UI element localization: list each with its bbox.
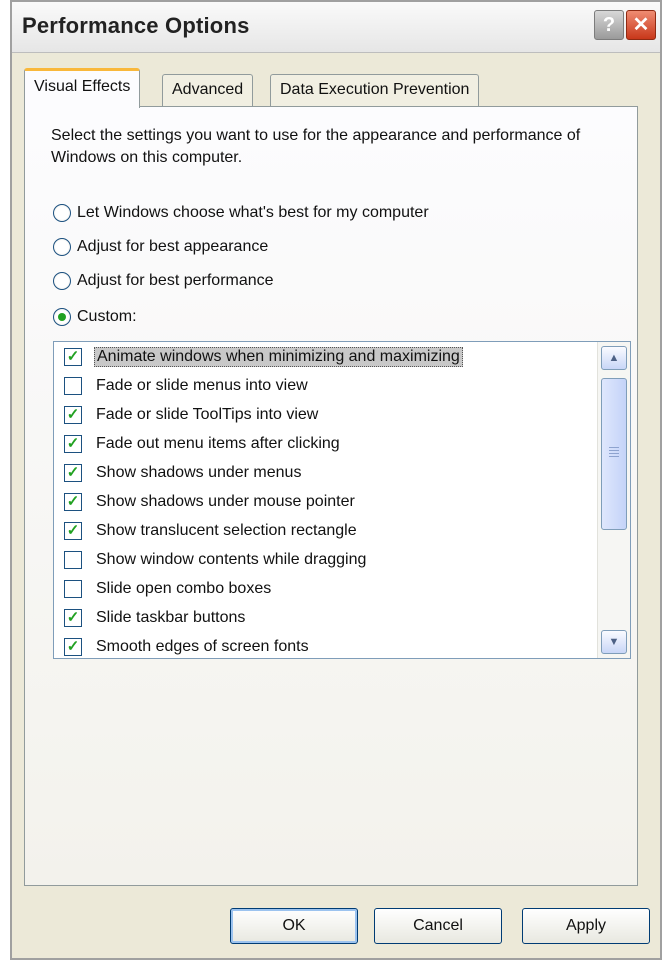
list-item[interactable]: ✓ Animate windows when minimizing and ma… — [64, 344, 463, 370]
list-item-label: Slide open combo boxes — [96, 580, 272, 597]
list-item[interactable]: ✓ Slide taskbar buttons — [64, 605, 247, 631]
checkbox[interactable]: ✓ — [64, 464, 82, 482]
list-item[interactable]: Slide open combo boxes — [64, 576, 273, 602]
tab-visual-effects[interactable]: Visual Effects — [24, 68, 141, 108]
cancel-button[interactable]: Cancel — [374, 908, 502, 944]
window-title: Performance Options — [22, 13, 250, 38]
tab-data-execution-prevention[interactable]: Data Execution Prevention — [270, 74, 480, 106]
radio-selected-dot — [58, 313, 66, 321]
radio-button[interactable] — [53, 238, 71, 256]
ok-button[interactable]: OK — [230, 908, 358, 944]
visual-effects-panel: Select the settings you want to use for … — [24, 106, 638, 886]
list-item-label: Fade or slide ToolTips into view — [96, 406, 319, 423]
list-item[interactable]: ✓ Show shadows under menus — [64, 460, 303, 486]
checkbox[interactable] — [64, 580, 82, 598]
scroll-thumb[interactable] — [601, 378, 627, 530]
radio-button[interactable] — [53, 272, 71, 290]
grip-icon — [609, 447, 619, 459]
list-item-label: Fade out menu items after clicking — [96, 435, 340, 452]
list-item-label: Smooth edges of screen fonts — [96, 638, 309, 655]
scroll-down-icon[interactable]: ▼ — [601, 630, 627, 654]
checkbox[interactable]: ✓ — [64, 348, 82, 366]
list-item[interactable]: ✓ Fade out menu items after clicking — [64, 431, 342, 457]
checkbox[interactable]: ✓ — [64, 522, 82, 540]
radio-best-appearance[interactable]: Adjust for best appearance — [53, 235, 268, 259]
vertical-scrollbar[interactable]: ▲ ▼ — [597, 342, 630, 658]
list-item[interactable]: Fade or slide menus into view — [64, 373, 310, 399]
list-item-label: Show window contents while dragging — [96, 551, 367, 568]
list-item[interactable]: Show window contents while dragging — [64, 547, 368, 573]
description-text: Select the settings you want to use for … — [51, 127, 581, 166]
tab-advanced[interactable]: Advanced — [162, 74, 254, 106]
visual-effects-list[interactable]: ✓ Animate windows when minimizing and ma… — [53, 341, 631, 659]
list-item[interactable]: ✓ Smooth edges of screen fonts — [64, 634, 311, 658]
radio-button[interactable] — [53, 204, 71, 222]
close-button[interactable]: ✕ — [626, 10, 656, 40]
checkbox[interactable]: ✓ — [64, 435, 82, 453]
help-button[interactable]: ? — [594, 10, 624, 40]
checkbox[interactable]: ✓ — [64, 493, 82, 511]
radio-let-windows-choose[interactable]: Let Windows choose what's best for my co… — [53, 201, 429, 225]
scroll-up-icon[interactable]: ▲ — [601, 346, 627, 370]
checkbox[interactable]: ✓ — [64, 406, 82, 424]
radio-button[interactable] — [53, 308, 71, 326]
list-item[interactable]: ✓ Fade or slide ToolTips into view — [64, 402, 320, 428]
checkbox[interactable]: ✓ — [64, 609, 82, 627]
radio-best-performance[interactable]: Adjust for best performance — [53, 269, 274, 293]
list-item-label: Show shadows under mouse pointer — [96, 493, 355, 510]
checkbox[interactable] — [64, 551, 82, 569]
list-item-label: Fade or slide menus into view — [96, 377, 308, 394]
performance-options-dialog: Performance Options ? ✕ Visual Effects A… — [10, 0, 662, 960]
radio-label: Let Windows choose what's best for my co… — [77, 204, 429, 221]
list-item[interactable]: ✓ Show translucent selection rectangle — [64, 518, 359, 544]
list-item-label: Show shadows under menus — [96, 464, 302, 481]
radio-label: Custom: — [77, 308, 137, 325]
title-bar[interactable]: Performance Options ? ✕ — [12, 2, 660, 53]
list-item-label: Show translucent selection rectangle — [96, 522, 357, 539]
apply-button[interactable]: Apply — [522, 908, 650, 944]
checkbox[interactable]: ✓ — [64, 638, 82, 656]
list-item-label: Slide taskbar buttons — [96, 609, 246, 626]
list-item-label: Animate windows when minimizing and maxi… — [94, 347, 463, 367]
checkbox[interactable] — [64, 377, 82, 395]
radio-label: Adjust for best appearance — [77, 238, 269, 255]
list-item[interactable]: ✓ Show shadows under mouse pointer — [64, 489, 357, 515]
radio-label: Adjust for best performance — [77, 272, 274, 289]
radio-custom[interactable]: Custom: — [53, 305, 137, 329]
